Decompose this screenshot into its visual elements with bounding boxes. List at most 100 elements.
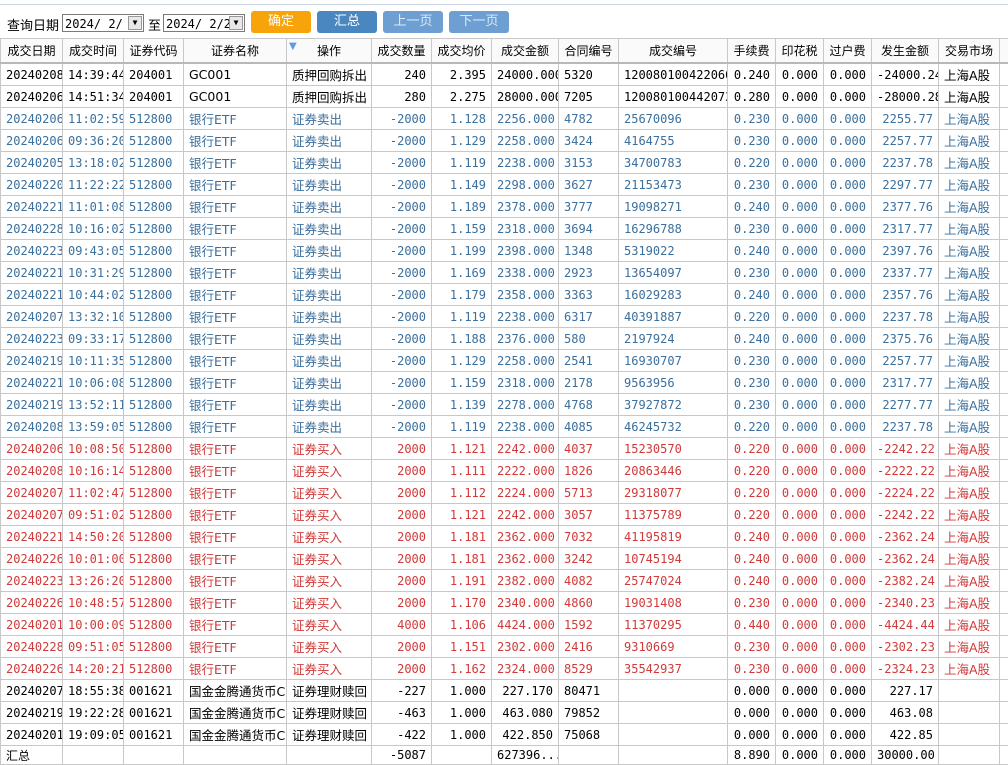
cell-avg-price: 1.119 [432, 306, 492, 328]
cell-security-code: 001621 [124, 702, 184, 724]
summary-button[interactable]: 汇总 [317, 11, 377, 33]
confirm-button[interactable]: 确定 [251, 11, 311, 33]
cell-stamp-tax: 0.000 [776, 614, 824, 636]
cell-trade-date: 20240226 [1, 658, 63, 680]
table-row[interactable]: 2024020513:18:02512800银行ETF证券卖出-20001.11… [1, 152, 1008, 174]
cell-security-code: 204001 [124, 86, 184, 108]
cell-contract-no: 5713 [559, 482, 619, 504]
cell-deal-no: 20863446 [619, 460, 728, 482]
table-row[interactable]: 2024020709:51:02512800银行ETF证券买入20001.121… [1, 504, 1008, 526]
table-row[interactable]: 2024022309:43:05512800银行ETF证券卖出-20001.19… [1, 240, 1008, 262]
column-header-deal-no[interactable]: 成交编号 [619, 39, 728, 64]
cell-security-name: 银行ETF [184, 658, 287, 680]
cell-deal-no: 19031408 [619, 592, 728, 614]
table-row[interactable]: 2024020610:08:50512800银行ETF证券买入20001.121… [1, 438, 1008, 460]
table-row[interactable]: 2024022614:20:21512800银行ETF证券买入20001.162… [1, 658, 1008, 680]
table-row[interactable]: 2024020614:51:34204001GC001质押回购拆出2802.27… [1, 86, 1008, 108]
column-header-operation[interactable]: 操作▼ [287, 39, 372, 64]
cell-transfer-fee: 0.000 [824, 636, 872, 658]
table-row[interactable]: 2024022114:50:20512800银行ETF证券买入20001.181… [1, 526, 1008, 548]
column-header-contract-no[interactable]: 合同编号 [559, 39, 619, 64]
table-row[interactable]: 2024022809:51:05512800银行ETF证券买入20001.151… [1, 636, 1008, 658]
table-row[interactable]: 2024020119:09:05001621国金金腾通货币C证券理财赎回-422… [1, 724, 1008, 746]
cell-security-code: 512800 [124, 614, 184, 636]
column-header-avg-price[interactable]: 成交均价 [432, 39, 492, 64]
cell-stamp-tax: 0.000 [776, 592, 824, 614]
cell-market: 上海A股 [939, 438, 1000, 460]
cell-market [939, 702, 1000, 724]
cell-quantity: 2000 [372, 460, 432, 482]
table-row[interactable]: 2024022309:33:17512800银行ETF证券卖出-20001.18… [1, 328, 1008, 350]
cell-trade-time: 09:36:20 [63, 130, 124, 152]
cell-amount: 463.080 [492, 702, 559, 724]
cell-security-name: 银行ETF [184, 152, 287, 174]
column-header-market[interactable]: 交易市场 [939, 39, 1000, 64]
cell-security-name: GC001 [184, 63, 287, 86]
cell-security-name: 银行ETF [184, 570, 287, 592]
cell-net-amount: 463.08 [872, 702, 939, 724]
column-header-security-code[interactable]: 证券代码 [124, 39, 184, 64]
table-row[interactable]: 2024020718:55:38001621国金金腾通货币C证券理财赎回-227… [1, 680, 1008, 702]
cell-commission: 0.220 [728, 306, 776, 328]
column-header-net-amount[interactable]: 发生金额 [872, 39, 939, 64]
table-row[interactable]: 2024020713:32:10512800银行ETF证券卖出-20001.11… [1, 306, 1008, 328]
column-header-transfer-fee[interactable]: 过户费 [824, 39, 872, 64]
cell-extra [1000, 460, 1008, 482]
cell-amount: 2302.000 [492, 636, 559, 658]
cell-market: 上海A股 [939, 86, 1000, 108]
table-row[interactable]: 2024021913:52:11512800银行ETF证券卖出-20001.13… [1, 394, 1008, 416]
table-row[interactable]: 2024022313:26:20512800银行ETF证券买入20001.191… [1, 570, 1008, 592]
prev-page-button[interactable]: 上一页 [383, 11, 443, 33]
table-row[interactable]: 2024022111:01:08512800银行ETF证券卖出-20001.18… [1, 196, 1008, 218]
cell-transfer-fee: 0.000 [824, 350, 872, 372]
cell-trade-time: 18:55:38 [63, 680, 124, 702]
cell-trade-time: 14:39:44 [63, 63, 124, 86]
table-row[interactable]: 2024021919:22:28001621国金金腾通货币C证券理财赎回-463… [1, 702, 1008, 724]
table-row[interactable]: 2024020711:02:47512800银行ETF证券买入20001.112… [1, 482, 1008, 504]
table-row[interactable]: 2024020611:02:59512800银行ETF证券卖出-20001.12… [1, 108, 1008, 130]
table-row[interactable]: 2024020814:39:44204001GC001质押回购拆出2402.39… [1, 63, 1008, 86]
table-row[interactable]: 2024022110:06:08512800银行ETF证券卖出-20001.15… [1, 372, 1008, 394]
column-header-stamp-tax[interactable]: 印花税 [776, 39, 824, 64]
start-date-picker[interactable]: 2024/ 2/ 1 ▼ [62, 14, 144, 32]
cell-contract-no: 3694 [559, 218, 619, 240]
column-header-security-name[interactable]: 证券名称 [184, 39, 287, 64]
cell-net-amount: -2222.22 [872, 460, 939, 482]
cell-avg-price: 1.121 [432, 504, 492, 526]
column-header-quantity[interactable]: 成交数量 [372, 39, 432, 64]
cell-market: 上海A股 [939, 350, 1000, 372]
table-row[interactable]: 2024021910:11:35512800银行ETF证券卖出-20001.12… [1, 350, 1008, 372]
table-row[interactable]: 2024020110:00:09512800银行ETF证券买入40001.106… [1, 614, 1008, 636]
cell-trade-date: 20240208 [1, 460, 63, 482]
table-row[interactable]: 2024020810:16:14512800银行ETF证券买入20001.111… [1, 460, 1008, 482]
cell-operation: 证券买入 [287, 438, 372, 460]
end-date-picker[interactable]: 2024/ 2/29 ▼ [163, 14, 245, 32]
cell-commission: 0.240 [728, 240, 776, 262]
cell-deal-no: 37927872 [619, 394, 728, 416]
cell-extra [1000, 350, 1008, 372]
table-row[interactable]: 2024022011:22:22512800银行ETF证券卖出-20001.14… [1, 174, 1008, 196]
column-header-amount[interactable]: 成交金额 [492, 39, 559, 64]
table-row[interactable]: 2024022610:01:00512800银行ETF证券买入20001.181… [1, 548, 1008, 570]
column-header-extra[interactable] [1000, 39, 1008, 64]
table-row[interactable]: 2024020609:36:20512800银行ETF证券卖出-20001.12… [1, 130, 1008, 152]
chevron-down-icon[interactable]: ▼ [229, 16, 243, 30]
chevron-down-icon[interactable]: ▼ [128, 16, 142, 30]
column-header-commission[interactable]: 手续费 [728, 39, 776, 64]
table-row[interactable]: 2024022110:31:29512800银行ETF证券卖出-20001.16… [1, 262, 1008, 284]
cell-security-code: 512800 [124, 152, 184, 174]
table-row[interactable]: 2024022810:16:02512800银行ETF证券卖出-20001.15… [1, 218, 1008, 240]
cell-stamp-tax: 0.000 [776, 526, 824, 548]
cell-deal-no: 40391887 [619, 306, 728, 328]
cell-contract-no: 3424 [559, 130, 619, 152]
cell-operation: 证券买入 [287, 504, 372, 526]
next-page-button[interactable]: 下一页 [449, 11, 509, 33]
cell-contract-no: 1348 [559, 240, 619, 262]
table-row[interactable]: 2024022110:44:02512800银行ETF证券卖出-20001.17… [1, 284, 1008, 306]
table-row[interactable]: 2024022610:48:57512800银行ETF证券买入20001.170… [1, 592, 1008, 614]
table-row[interactable]: 2024020813:59:05512800银行ETF证券卖出-20001.11… [1, 416, 1008, 438]
column-header-trade-time[interactable]: 成交时间 [63, 39, 124, 64]
column-header-trade-date[interactable]: 成交日期 [1, 39, 63, 64]
cell-avg-price: 1.151 [432, 636, 492, 658]
cell-transfer-fee: 0.000 [824, 328, 872, 350]
